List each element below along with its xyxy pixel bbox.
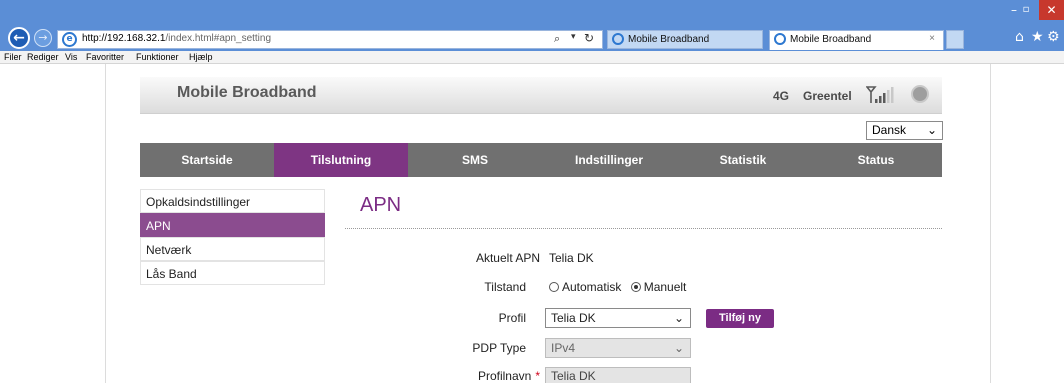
pdp-type-label: PDP Type xyxy=(472,341,526,355)
tab-label: Mobile Broadband xyxy=(790,34,872,45)
page-title: APN xyxy=(360,194,402,216)
chevron-down-icon: ⌄ xyxy=(673,341,684,355)
signal-bar xyxy=(887,90,890,103)
menu-favorites[interactable]: Favoritter xyxy=(86,51,124,63)
menu-edit[interactable]: Rediger xyxy=(27,51,59,63)
menu-bar: Filer Rediger Vis Favoritter Funktioner … xyxy=(0,51,1064,64)
radio-automatic[interactable] xyxy=(549,282,559,292)
chevron-down-icon: ⌄ xyxy=(673,311,684,325)
profile-select[interactable]: Telia DK ⌄ xyxy=(545,308,691,328)
chevron-down-icon: ⌄ xyxy=(926,123,937,137)
ie-logo-icon xyxy=(612,33,624,45)
radio-automatic-label: Automatisk xyxy=(562,280,622,294)
refresh-icon[interactable]: ↻ xyxy=(584,31,594,45)
tab-statistik[interactable]: Statistik xyxy=(676,143,810,177)
signal-bar xyxy=(879,96,882,103)
pdp-type-select: IPv4 ⌄ xyxy=(545,338,691,358)
ie-logo-icon xyxy=(774,33,786,45)
globe-icon xyxy=(911,85,929,103)
profile-name-label-row: Profilnavn * xyxy=(420,369,540,383)
current-apn-label: Aktuelt APN xyxy=(475,251,540,265)
profile-select-value: Telia DK xyxy=(551,311,596,325)
tab-sms[interactable]: SMS xyxy=(408,143,542,177)
mode-radio-group: Automatisk Manuelt xyxy=(549,280,686,294)
pdp-type-value: IPv4 xyxy=(551,341,576,355)
main-nav: Startside Tilslutning SMS Indstillinger … xyxy=(140,143,942,177)
sidebar-item-netvaerk[interactable]: Netværk xyxy=(140,237,325,261)
close-tab-icon[interactable]: × xyxy=(929,33,935,44)
dropdown-arrow-icon[interactable]: ▾ xyxy=(571,32,576,42)
address-url[interactable]: http://192.168.32.1/index.html#apn_setti… xyxy=(82,33,271,44)
menu-tools[interactable]: Funktioner xyxy=(136,51,179,63)
close-window-button[interactable]: ✕ xyxy=(1039,0,1064,20)
ie-logo-icon: e xyxy=(62,32,77,47)
sidebar-item-apn[interactable]: APN xyxy=(140,213,325,237)
gear-icon[interactable]: ⚙ xyxy=(1047,29,1060,45)
network-type: 4G xyxy=(773,89,790,103)
language-selected: Dansk xyxy=(872,123,907,137)
current-apn-value: Telia DK xyxy=(549,251,594,265)
new-tab-button[interactable] xyxy=(946,30,964,49)
tab-indstillinger[interactable]: Indstillinger xyxy=(542,143,676,177)
divider xyxy=(345,228,942,229)
menu-file[interactable]: Filer xyxy=(4,51,22,63)
maximize-button[interactable]: ▫ xyxy=(1015,0,1037,20)
tab-tilslutning[interactable]: Tilslutning xyxy=(274,143,408,177)
browser-tab-active[interactable]: Mobile Broadband × xyxy=(769,30,944,50)
back-arrow-icon[interactable]: ← xyxy=(8,27,30,49)
profile-label: Profil xyxy=(498,311,526,325)
tab-status[interactable]: Status xyxy=(810,143,942,177)
router-header: Mobile Broadband 4G Greentel xyxy=(140,77,942,114)
home-icon[interactable]: ⌂ xyxy=(1015,29,1024,45)
profile-name-label: Profilnavn xyxy=(477,369,532,383)
address-bar[interactable]: e http://192.168.32.1/index.html#apn_set… xyxy=(57,30,603,49)
radio-manual-label: Manuelt xyxy=(643,280,687,294)
browser-tab[interactable]: Mobile Broadband xyxy=(607,30,763,49)
signal-strength-icon xyxy=(866,86,894,103)
required-mark: * xyxy=(535,369,540,383)
menu-help[interactable]: Hjælp xyxy=(189,51,213,63)
sidebar-item-laas-band[interactable]: Lås Band xyxy=(140,261,325,285)
operator-name: Greentel xyxy=(803,89,852,103)
signal-bar xyxy=(891,87,894,103)
menu-view[interactable]: Vis xyxy=(65,51,77,63)
forward-arrow-icon[interactable]: → xyxy=(34,29,52,47)
tab-startside[interactable]: Startside xyxy=(140,143,274,177)
sidebar-item-opkaldsindstillinger[interactable]: Opkaldsindstillinger xyxy=(140,189,325,213)
language-select[interactable]: Dansk ⌄ xyxy=(866,121,943,140)
radio-manual[interactable] xyxy=(630,282,641,292)
signal-bar xyxy=(883,93,886,103)
signal-bar xyxy=(875,99,878,103)
tab-label: Mobile Broadband xyxy=(628,34,710,45)
add-profile-button[interactable]: Tilføj ny xyxy=(706,309,774,328)
favorites-star-icon[interactable]: ★ xyxy=(1031,29,1044,45)
profile-name-input[interactable]: Telia DK xyxy=(545,367,691,383)
search-icon[interactable]: ⌕ xyxy=(554,32,560,46)
brand-title: Mobile Broadband xyxy=(177,84,317,101)
mode-label: Tilstand xyxy=(484,280,526,294)
